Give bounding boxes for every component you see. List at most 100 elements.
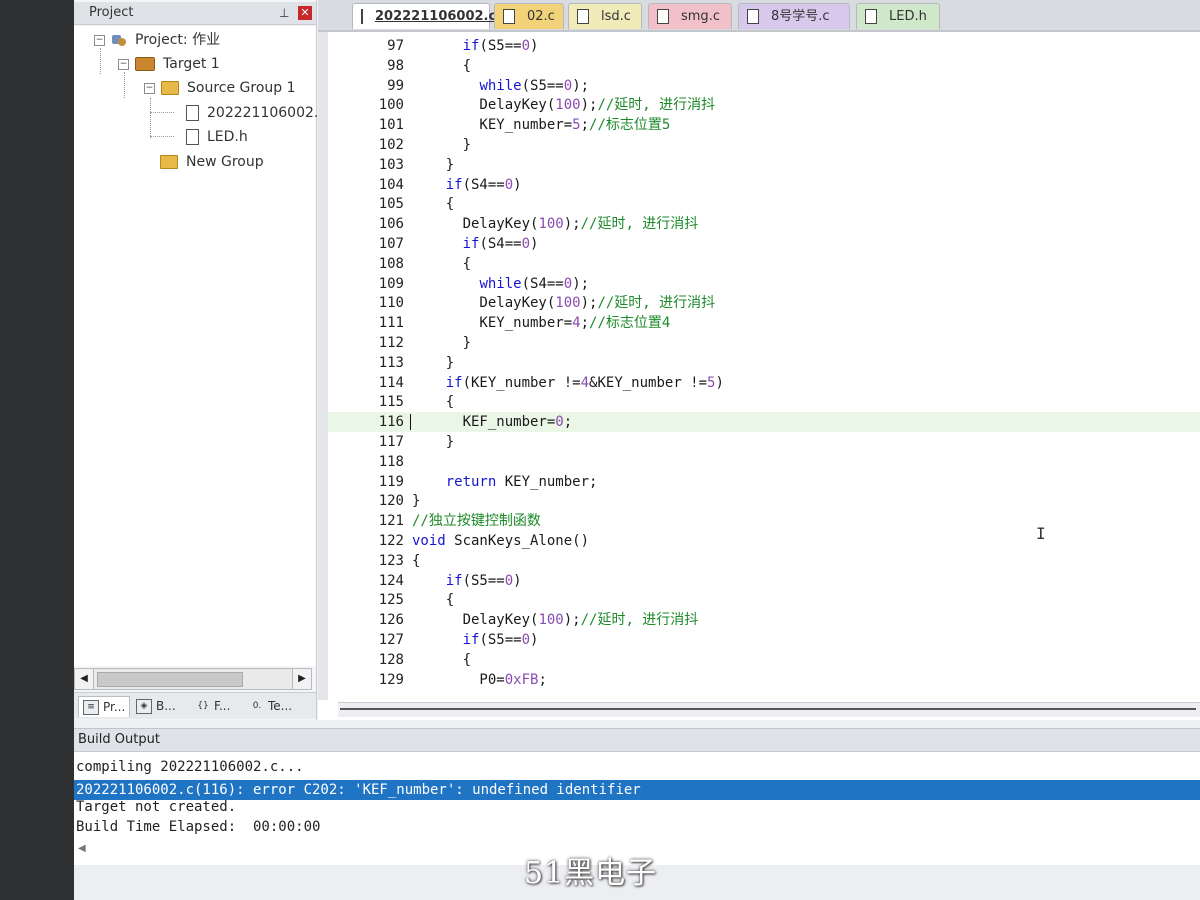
collapse-icon[interactable]: − xyxy=(144,82,155,94)
tree-source-group-label: Source Group 1 xyxy=(187,80,296,96)
collapse-icon[interactable]: − xyxy=(118,58,129,70)
code-line[interactable]: 115 { xyxy=(328,392,1200,412)
code-line[interactable]: 102 } xyxy=(328,135,1200,155)
tab-label: F... xyxy=(214,699,231,713)
code-text: P0=0xFB; xyxy=(412,671,547,688)
code-line[interactable]: 104 if(S4==0) xyxy=(328,175,1200,195)
code-line[interactable]: 106 DelayKey(100);//延时, 进行消抖 xyxy=(328,214,1200,234)
close-icon[interactable]: ✕ xyxy=(298,6,312,20)
tree-file-item[interactable]: 202221106002.c xyxy=(186,102,326,124)
project-hscrollbar[interactable]: ◀ ▶ xyxy=(74,668,312,690)
build-line[interactable]: compiling 202221106002.c... xyxy=(74,757,1200,777)
code-text: { xyxy=(412,592,455,609)
scroll-thumb[interactable] xyxy=(340,708,1196,710)
code-line[interactable]: 103 } xyxy=(328,155,1200,175)
tree-connector xyxy=(124,72,125,98)
code-text: if(S5==0) xyxy=(462,38,539,54)
file-icon xyxy=(186,105,199,121)
code-editor[interactable]: I 97 if(S5==0) 98 {99 while(S5==0); 100 De… xyxy=(328,32,1200,700)
code-text: } xyxy=(412,335,472,351)
code-line[interactable]: 101 KEY_number=5;//标志位置5 xyxy=(328,115,1200,135)
scroll-left-icon[interactable]: ◀ xyxy=(78,843,86,854)
tree-new-group-node[interactable]: New Group xyxy=(160,151,264,173)
watermark: 51黑电子 xyxy=(524,856,658,891)
code-line[interactable]: 111 KEY_number=4;//标志位置4 xyxy=(328,313,1200,333)
file-icon xyxy=(865,9,877,24)
code-text: DelayKey(100);//延时, 进行消抖 xyxy=(412,612,699,629)
code-line[interactable]: 109 while(S4==0); xyxy=(328,274,1200,294)
code-line[interactable]: 107 if(S4==0) xyxy=(328,234,1200,254)
build-line[interactable]: Target not created. xyxy=(74,797,1200,817)
code-line[interactable]: 110 DelayKey(100);//延时, 进行消抖 xyxy=(328,293,1200,313)
tab-file-lsd-c[interactable]: lsd.c xyxy=(568,3,642,29)
line-number: 119 xyxy=(378,473,404,490)
line-number: 128 xyxy=(378,651,404,668)
tab-books[interactable]: ◈ B... xyxy=(136,696,176,716)
line-number: 117 xyxy=(378,434,404,450)
target-icon xyxy=(135,57,155,71)
scroll-right-icon[interactable]: ▶ xyxy=(292,669,311,689)
code-text: } xyxy=(412,434,455,450)
code-text: KEY_number=5;//标志位置5 xyxy=(412,117,671,134)
scroll-thumb[interactable] xyxy=(97,672,243,687)
tab-file-02-c[interactable]: 02.c xyxy=(494,3,564,29)
code-line[interactable]: 99 while(S5==0); xyxy=(328,76,1200,96)
tab-templates[interactable]: 0. Te... xyxy=(250,696,292,716)
tab-file-student-id-c[interactable]: 8号学号.c xyxy=(738,3,850,29)
code-line[interactable]: 129 P0=0xFB; xyxy=(328,670,1200,690)
tree-connector xyxy=(150,98,151,138)
project-book-icon: ≡ xyxy=(83,699,99,715)
tab-project[interactable]: ≡ Pr... xyxy=(78,696,131,717)
code-line[interactable]: 117 } xyxy=(328,432,1200,452)
collapse-icon[interactable]: − xyxy=(94,34,105,46)
build-line-text: Build Time Elapsed: 00:00:00 xyxy=(76,819,321,835)
tab-file-202221106002-c[interactable]: 202221106002.c xyxy=(352,3,496,29)
code-line[interactable]: 121 //独立按键控制函数 xyxy=(328,511,1200,531)
code-text: DelayKey(100);//延时, 进行消抖 xyxy=(412,97,716,114)
code-text: } xyxy=(412,354,455,371)
line-number: 107 xyxy=(378,236,404,252)
code-line[interactable]: 105 { xyxy=(328,194,1200,214)
code-line[interactable]: 125 { xyxy=(328,590,1200,610)
project-tree: − Project: 作业 − Target 1 − Source Group … xyxy=(74,26,326,666)
tab-label: B... xyxy=(156,699,176,713)
tree-source-group-node[interactable]: − Source Group 1 xyxy=(144,77,296,99)
code-line[interactable]: 112 } xyxy=(328,333,1200,353)
tab-file-led-h[interactable]: LED.h xyxy=(856,3,940,29)
tree-project-node[interactable]: − Project: 作业 xyxy=(94,29,220,51)
code-line[interactable]: 127 if(S5==0) xyxy=(328,630,1200,650)
code-line[interactable]: 128 { xyxy=(328,650,1200,670)
code-line[interactable]: 114 if(KEY_number !=4&KEY_number !=5) xyxy=(328,373,1200,393)
code-line[interactable]: 119 return KEY_number; xyxy=(328,472,1200,492)
line-number: 122 xyxy=(378,533,404,549)
editor-hscrollbar[interactable] xyxy=(338,702,1200,717)
project-panel-header: Project ⊥ ✕ xyxy=(74,2,316,25)
code-line[interactable]: 97 if(S5==0) xyxy=(328,36,1200,56)
code-line[interactable]: 113 } xyxy=(328,353,1200,373)
tab-functions[interactable]: {} F... xyxy=(196,696,230,716)
code-line[interactable]: 123 { xyxy=(328,551,1200,571)
code-line[interactable]: 118 xyxy=(328,452,1200,472)
tab-file-smg-c[interactable]: smg.c xyxy=(648,3,732,29)
build-line-text: compiling 202221106002.c... xyxy=(76,759,304,775)
code-line[interactable]: 120} xyxy=(328,491,1200,511)
scroll-left-icon[interactable]: ◀ xyxy=(75,669,94,689)
file-icon xyxy=(503,9,515,24)
code-text: if(S4==0) xyxy=(445,176,522,193)
code-line[interactable]: 126 DelayKey(100);//延时, 进行消抖 xyxy=(328,610,1200,630)
file-icon xyxy=(577,9,589,24)
tab-label: lsd.c xyxy=(601,8,631,24)
code-line[interactable]: 124 if(S5==0) xyxy=(328,571,1200,591)
code-text: { xyxy=(412,651,472,668)
pin-icon[interactable]: ⊥ xyxy=(279,2,289,24)
tree-target-node[interactable]: − Target 1 xyxy=(118,53,220,75)
code-line[interactable]: 122 void ScanKeys_Alone() xyxy=(328,531,1200,551)
code-line[interactable]: 98 { xyxy=(328,56,1200,76)
code-line[interactable]: 108 { xyxy=(328,254,1200,274)
tree-file-item[interactable]: LED.h xyxy=(186,126,248,148)
code-line[interactable]: 100 DelayKey(100);//延时, 进行消抖 xyxy=(328,95,1200,115)
build-line[interactable]: Build Time Elapsed: 00:00:00 xyxy=(74,817,1200,837)
line-number: 124 xyxy=(378,572,404,589)
ide-window: Project ⊥ ✕ − Project: 作业 − Target 1 − S… xyxy=(74,0,1200,900)
code-line[interactable]: 116 KEF_number=0; xyxy=(328,412,1200,433)
